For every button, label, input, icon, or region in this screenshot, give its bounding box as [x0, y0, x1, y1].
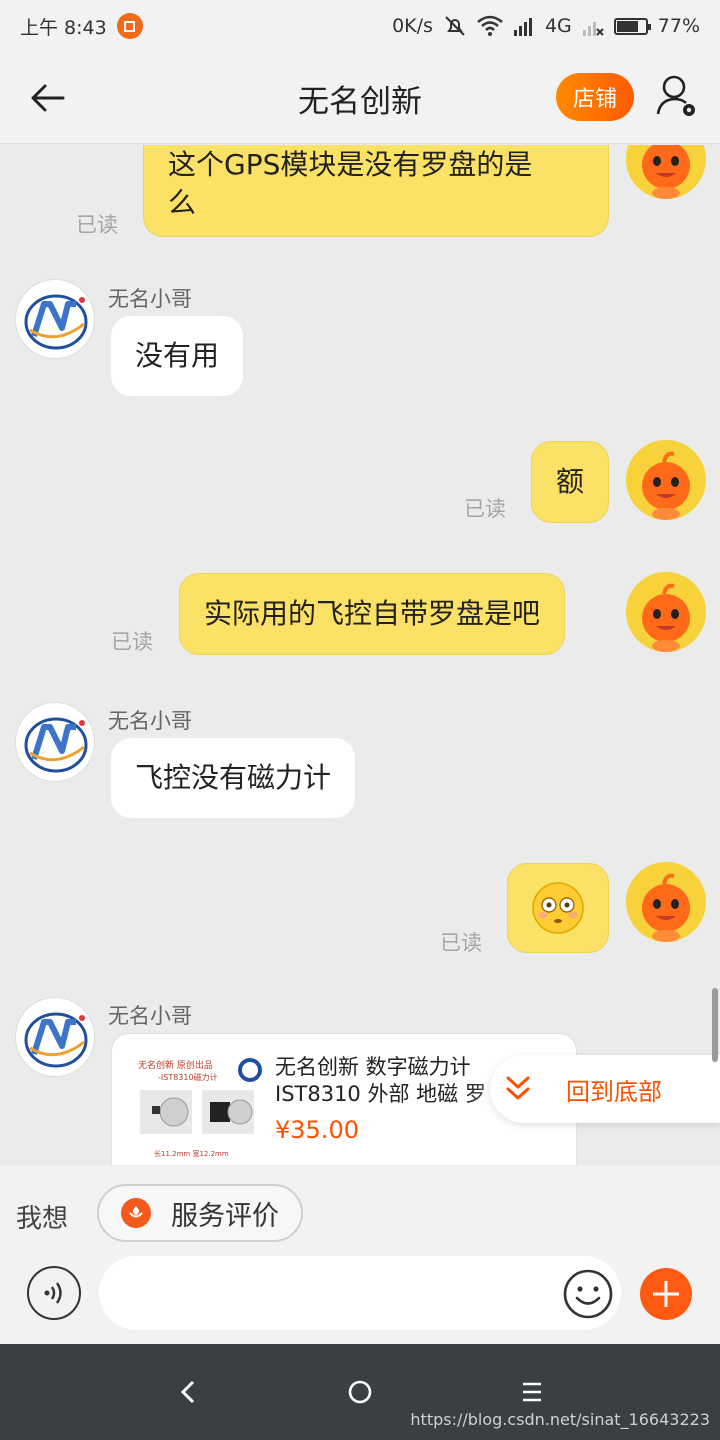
signal-no-sim-icon — [582, 16, 604, 36]
chat-area[interactable]: 这个GPS模块是没有罗盘的是 么 已读 无名小哥 没有用 额 已读 实际用的飞控… — [0, 145, 720, 1165]
read-receipt: 已读 — [464, 497, 506, 521]
rating-icon — [121, 1198, 151, 1228]
my-avatar[interactable] — [626, 440, 706, 520]
product-image-caption: 无名创新 原创出品 — [138, 1059, 213, 1071]
voice-input-button[interactable] — [27, 1266, 81, 1320]
scrollbar-thumb[interactable] — [712, 988, 718, 1062]
message-bubble-mine[interactable]: 这个GPS模块是没有罗盘的是 么 — [143, 145, 609, 237]
battery-percent: 77% — [657, 15, 700, 37]
sender-name: 无名小哥 — [108, 287, 192, 311]
sender-name: 无名小哥 — [108, 1004, 192, 1028]
my-avatar[interactable] — [626, 145, 706, 199]
voice-wave-icon — [44, 1282, 62, 1304]
message-text: 飞控没有磁力计 — [135, 761, 332, 794]
back-to-bottom-button[interactable]: 回到底部 — [490, 1055, 720, 1123]
status-bar: 上午 8:43 0K/s 4G 77% — [0, 0, 720, 52]
user-settings-icon — [656, 75, 695, 116]
message-text-line: 么 — [168, 186, 197, 219]
my-avatar[interactable] — [626, 862, 706, 942]
message-bubble-theirs[interactable]: 飞控没有磁力计 — [111, 738, 356, 818]
my-avatar[interactable] — [626, 572, 706, 652]
message-bubble-mine[interactable]: 额 — [531, 441, 610, 523]
emoji-button[interactable] — [562, 1268, 614, 1320]
plus-icon — [653, 1281, 679, 1307]
screenshot-notification-icon — [116, 13, 143, 39]
flushed-emoji-icon — [532, 882, 584, 934]
message-text: 额 — [556, 465, 585, 498]
status-time: 上午 8:43 — [20, 16, 107, 39]
network-speed: 0K/s — [392, 15, 433, 37]
back-to-bottom-label: 回到底部 — [566, 1077, 662, 1106]
more-options-button[interactable] — [640, 1268, 692, 1320]
service-rating-chip[interactable]: 服务评价 — [97, 1184, 303, 1242]
signal-icon — [513, 16, 535, 36]
nav-back-icon — [180, 1380, 195, 1404]
nav-menu-button[interactable] — [510, 1372, 554, 1412]
quick-reply-label: 我想 — [16, 1204, 69, 1234]
shop-avatar[interactable] — [15, 702, 95, 782]
product-image-caption: -IST8310磁力计 — [158, 1072, 218, 1082]
message-bubble-mine[interactable] — [507, 863, 609, 953]
product-image: 无名创新 原创出品 -IST8310磁力计 长11.2mm 宽12.2mm — [136, 1054, 268, 1165]
watermark-url: https://blog.csdn.net/sinat_16643223 — [410, 1410, 710, 1429]
network-type: 4G — [544, 15, 572, 37]
nav-home-icon — [348, 1380, 372, 1404]
read-receipt: 已读 — [111, 630, 153, 654]
quick-reply-bar: 我想 服务评价 — [0, 1166, 720, 1256]
profile-settings-button[interactable] — [652, 72, 702, 122]
read-receipt: 已读 — [440, 931, 482, 955]
product-image-caption: 长11.2mm 宽12.2mm — [154, 1149, 229, 1158]
message-bubble-mine[interactable]: 实际用的飞控自带罗盘是吧 — [179, 573, 566, 655]
shop-avatar[interactable] — [15, 997, 95, 1077]
read-receipt: 已读 — [76, 213, 118, 237]
nav-home-button[interactable] — [338, 1372, 382, 1412]
message-input-bar — [0, 1256, 720, 1344]
system-nav-bar: https://blog.csdn.net/sinat_16643223 — [0, 1344, 720, 1440]
shop-button[interactable]: 店铺 — [556, 73, 634, 121]
message-bubble-theirs[interactable]: 没有用 — [111, 316, 244, 396]
product-price: ¥35.00 — [275, 1116, 359, 1144]
chat-header: 无名创新 店铺 — [0, 52, 720, 144]
message-input[interactable] — [99, 1256, 621, 1330]
battery-icon — [613, 17, 651, 35]
wifi-icon — [477, 15, 503, 37]
shop-avatar[interactable] — [15, 279, 95, 359]
message-text: 实际用的飞控自带罗盘是吧 — [204, 597, 541, 630]
double-chevron-down-icon — [506, 1076, 530, 1100]
sender-name: 无名小哥 — [108, 709, 192, 733]
service-rating-label: 服务评价 — [171, 1200, 279, 1232]
smiley-icon — [563, 1269, 613, 1319]
nav-back-button[interactable] — [166, 1372, 210, 1412]
message-text-line: 这个GPS模块是没有罗盘的是 — [168, 148, 533, 181]
mute-bell-icon — [443, 14, 467, 38]
nav-menu-icon — [523, 1382, 541, 1402]
message-text: 没有用 — [135, 339, 220, 372]
